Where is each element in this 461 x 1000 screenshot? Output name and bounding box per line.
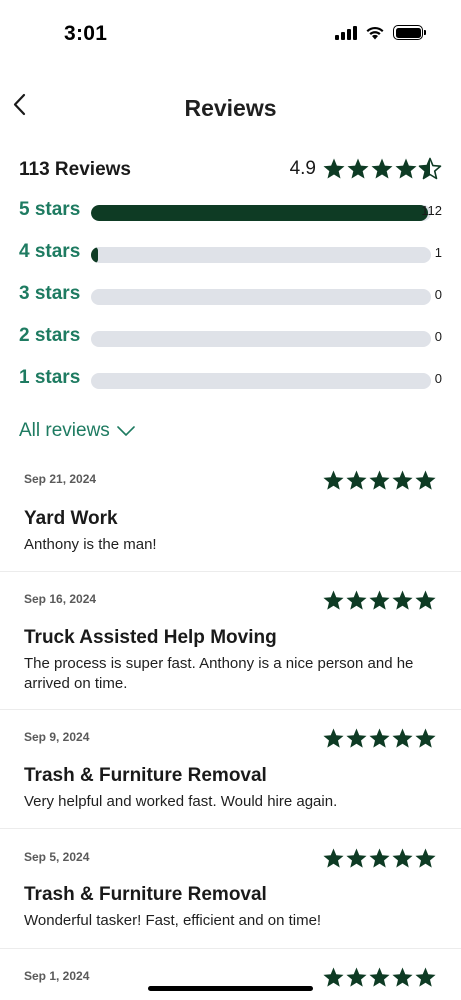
- distribution-bar-track: [91, 289, 431, 305]
- signal-icon: [335, 25, 357, 40]
- distribution-bar-track: [91, 331, 431, 347]
- star-icon: [347, 158, 369, 179]
- distribution-count: 0: [434, 287, 442, 302]
- wifi-icon: [366, 26, 384, 40]
- review-stars: [322, 847, 437, 870]
- review-stars: [322, 469, 437, 492]
- review-item: Sep 5, 2024 Trash & Furniture Removal Wo…: [0, 829, 461, 949]
- star-icon: [346, 728, 367, 748]
- star-icon: [371, 158, 393, 179]
- star-icon: [323, 728, 344, 748]
- chevron-down-icon: [117, 426, 135, 436]
- filter-label: All reviews: [19, 420, 110, 441]
- review-body: Very helpful and worked fast. Would hire…: [24, 793, 338, 810]
- star-icon: [395, 158, 417, 179]
- distribution-label: 5 stars: [19, 199, 81, 220]
- review-body: The process is super fast. Anthony is a …: [24, 655, 414, 692]
- review-date: Sep 16, 2024: [24, 592, 97, 606]
- distribution-label: 2 stars: [19, 325, 81, 346]
- star-icon: [323, 470, 344, 490]
- distribution-count: 0: [434, 371, 442, 386]
- star-icon: [392, 728, 413, 748]
- all-reviews-filter[interactable]: All reviews: [19, 420, 136, 442]
- star-icon: [346, 967, 367, 987]
- distribution-bar-fill: [91, 247, 99, 263]
- star-icon: [392, 967, 413, 987]
- star-icon: [392, 590, 413, 610]
- star-icon: [415, 728, 436, 748]
- review-date: Sep 21, 2024: [24, 472, 97, 486]
- review-title: Truck Assisted Help Moving: [24, 627, 277, 648]
- rating-value: 4.9: [289, 158, 316, 179]
- star-icon: [369, 967, 390, 987]
- rating-stars: [322, 157, 442, 181]
- distribution-count: 112: [421, 203, 442, 218]
- review-date: Sep 1, 2024: [24, 969, 90, 983]
- page-title: Reviews: [184, 95, 277, 121]
- review-item: Sep 16, 2024 Truck Assisted Help Moving …: [0, 572, 461, 710]
- review-item: Sep 1, 2024: [0, 949, 461, 1000]
- distribution-label: 3 stars: [19, 283, 81, 304]
- distribution-label: 4 stars: [19, 241, 81, 262]
- star-icon: [323, 158, 345, 179]
- review-stars: [322, 727, 437, 750]
- review-body: Anthony is the man!: [24, 536, 157, 553]
- review-count: 113 Reviews: [19, 159, 131, 180]
- star-icon: [392, 848, 413, 868]
- star-icon: [323, 848, 344, 868]
- distribution-bar-fill: [91, 205, 428, 221]
- review-item: Sep 21, 2024 Yard Work Anthony is the ma…: [0, 455, 461, 572]
- review-stars: [322, 589, 437, 612]
- star-icon: [415, 590, 436, 610]
- star-icon: [346, 470, 367, 490]
- star-icon: [415, 967, 436, 987]
- header: Reviews: [0, 85, 461, 135]
- distribution-bar-track: [91, 247, 431, 263]
- star-icon: [346, 848, 367, 868]
- distribution-row-3: 3 stars 0: [19, 281, 444, 311]
- star-icon: [346, 590, 367, 610]
- distribution-row-4: 4 stars 1: [19, 239, 444, 269]
- star-icon: [323, 590, 344, 610]
- star-icon: [415, 470, 436, 490]
- star-icon: [415, 848, 436, 868]
- distribution-row-2: 2 stars 0: [19, 323, 444, 353]
- overall-rating: 4.9: [290, 157, 442, 181]
- distribution-count: 0: [434, 329, 442, 344]
- status-time: 3:01: [64, 22, 108, 45]
- status-bar: 3:01: [0, 0, 461, 70]
- home-indicator: [148, 986, 313, 991]
- status-icons: [335, 25, 426, 40]
- star-icon: [369, 848, 390, 868]
- distribution-bar-track: [91, 373, 431, 389]
- star-icon: [392, 470, 413, 490]
- battery-icon: [393, 25, 426, 40]
- review-title: Trash & Furniture Removal: [24, 884, 267, 905]
- review-title: Trash & Furniture Removal: [24, 765, 267, 786]
- star-icon: [369, 728, 390, 748]
- distribution-bar-track: [91, 205, 431, 221]
- distribution-row-1: 1 stars 0: [19, 365, 444, 395]
- distribution-label: 1 stars: [19, 367, 81, 388]
- distribution-row-5: 5 stars 112: [19, 197, 444, 227]
- review-body: Wonderful tasker! Fast, efficient and on…: [24, 912, 322, 929]
- review-item: Sep 9, 2024 Trash & Furniture Removal Ve…: [0, 710, 461, 829]
- star-icon: [369, 590, 390, 610]
- review-stars: [322, 966, 437, 989]
- review-date: Sep 9, 2024: [24, 730, 90, 744]
- review-title: Yard Work: [24, 508, 118, 529]
- reviews-summary: 113 Reviews 4.9: [19, 155, 442, 185]
- star-icon: [369, 470, 390, 490]
- star-icon: [323, 967, 344, 987]
- review-date: Sep 5, 2024: [24, 850, 90, 864]
- half-star-icon: [418, 157, 442, 180]
- distribution-count: 1: [434, 245, 442, 260]
